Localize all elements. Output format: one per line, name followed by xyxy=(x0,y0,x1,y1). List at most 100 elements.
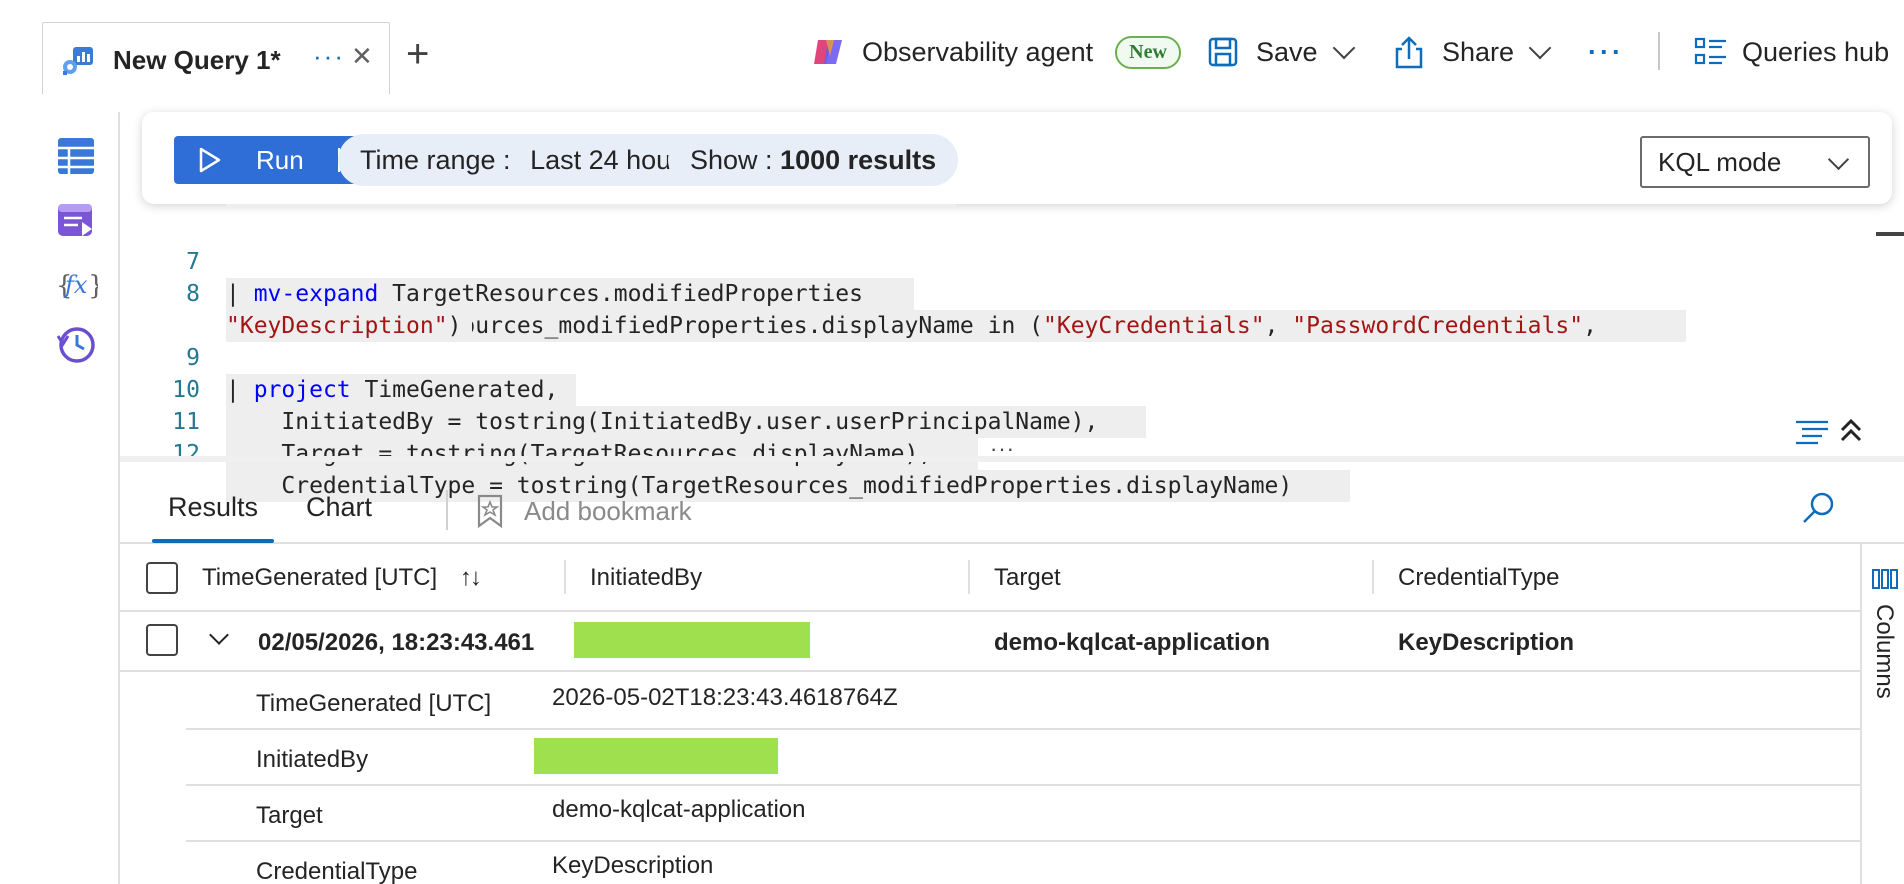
result-limit-picker[interactable]: Show : 1000 results xyxy=(668,134,959,186)
detail-row: CredentialType KeyDescription xyxy=(186,842,1860,884)
queries-hub-icon xyxy=(1694,37,1726,65)
detail-key: TimeGenerated [UTC] xyxy=(256,690,492,717)
svg-text:fx: fx xyxy=(63,271,88,299)
toolbar-divider xyxy=(1658,32,1660,70)
tables-icon[interactable] xyxy=(54,134,98,178)
log-analytics-icon xyxy=(63,47,93,75)
column-header-label: TimeGenerated [UTC] xyxy=(202,564,438,591)
tab-results[interactable]: Results xyxy=(151,492,275,543)
save-button[interactable]: Save xyxy=(1208,30,1355,74)
queries-hub-button[interactable]: Queries hub xyxy=(1694,30,1889,74)
tab-more-icon[interactable]: ··· xyxy=(313,41,345,72)
code-line-9: 9 | project TimeGenerated, xyxy=(120,310,576,406)
detail-value: 2026-05-02T18:23:43.4618764Z xyxy=(552,684,898,711)
format-query-icon[interactable] xyxy=(1794,418,1830,446)
bookmark-icon xyxy=(477,494,503,528)
save-label: Save xyxy=(1256,36,1318,67)
save-chevron-down-icon[interactable] xyxy=(1332,36,1355,60)
editor-scroll-marker xyxy=(1876,232,1904,236)
code-line-7: 7 | mv-expand TargetResources.modifiedPr… xyxy=(120,214,914,310)
show-value: 1000 results xyxy=(780,144,937,175)
cell-credentialtype: KeyDescription xyxy=(1398,629,1575,656)
add-bookmark-button[interactable]: Add bookmark xyxy=(476,494,692,528)
collapse-editor-icon[interactable] xyxy=(1838,416,1864,444)
share-label: Share xyxy=(1442,36,1515,67)
queries-icon[interactable] xyxy=(54,198,98,242)
columns-icon xyxy=(1872,569,1898,589)
code-text: | mv-expand TargetResources.modifiedProp… xyxy=(226,278,914,310)
results-grid: TimeGenerated [UTC] ↑↓ InitiatedBy Targe… xyxy=(120,544,1860,884)
detail-row: InitiatedBy xyxy=(186,730,1860,786)
copilot-icon xyxy=(814,40,842,64)
functions-icon[interactable]: { fx } xyxy=(54,262,98,306)
expand-row-chevron-icon[interactable] xyxy=(209,625,229,645)
detail-value: demo-kqlcat-application xyxy=(552,796,806,823)
redacted-detail-initiatedby xyxy=(534,738,778,774)
svg-text:}: } xyxy=(88,271,98,301)
column-header-credentialtype[interactable]: CredentialType xyxy=(1398,564,1559,592)
search-icon[interactable] xyxy=(1800,490,1836,526)
cell-target: demo-kqlcat-application xyxy=(994,629,1271,656)
top-bar: New Query 1* ··· ✕ + Observability agent… xyxy=(0,0,1904,94)
columns-label: Columns xyxy=(1871,604,1898,699)
detail-key: Target xyxy=(256,802,323,829)
add-tab-button[interactable]: + xyxy=(406,34,429,74)
mode-chevron-down-icon xyxy=(1827,148,1850,171)
save-icon xyxy=(1208,37,1238,67)
query-history-icon[interactable] xyxy=(54,322,98,366)
code-line-8: 8 | where TargetResources_modifiedProper… xyxy=(120,246,1686,342)
observability-agent-button[interactable]: Observability agent New xyxy=(812,30,1181,74)
grid-header: TimeGenerated [UTC] ↑↓ InitiatedBy Targe… xyxy=(120,544,1860,612)
tab-divider xyxy=(446,490,448,530)
column-header-target[interactable]: Target xyxy=(994,564,1061,592)
run-label: Run xyxy=(256,144,304,175)
code-line-10: 10 InitiatedBy = tostring(InitiatedBy.us… xyxy=(120,342,1146,438)
cell-timegenerated: 02/05/2026, 18:23:43.461 xyxy=(258,629,535,656)
tab-title: New Query 1* xyxy=(113,45,281,75)
column-separator[interactable] xyxy=(968,560,970,594)
results-tabbar: Results Chart Add bookmark xyxy=(120,460,1904,544)
columns-panel-toggle[interactable]: Columns xyxy=(1860,544,1904,884)
share-chevron-down-icon[interactable] xyxy=(1528,36,1552,60)
left-rail: { fx } xyxy=(0,112,120,884)
code-line-8-wrap: "KeyDescription") xyxy=(120,278,472,342)
detail-key: CredentialType xyxy=(256,858,418,884)
share-button[interactable]: Share xyxy=(1394,30,1552,74)
code-text: | project TimeGenerated, xyxy=(226,374,576,406)
code-line-12: 12 CredentialType = tostring(TargetResou… xyxy=(120,406,1350,502)
mode-value: KQL mode xyxy=(1658,146,1782,177)
code-text: "KeyDescription") xyxy=(226,310,472,342)
show-label: Show : xyxy=(690,144,781,175)
sort-icon[interactable]: ↑↓ xyxy=(460,564,482,591)
share-icon xyxy=(1395,36,1423,69)
query-toolbar: Run Time range : Last 24 hours Show : 10… xyxy=(142,112,1892,204)
code-text: InitiatedBy = tostring(InitiatedBy.user.… xyxy=(226,406,1146,438)
detail-key: InitiatedBy xyxy=(256,746,369,773)
more-actions-icon[interactable]: ··· xyxy=(1588,30,1624,74)
bookmark-label: Add bookmark xyxy=(524,495,692,526)
column-separator[interactable] xyxy=(1372,560,1374,594)
new-badge: New xyxy=(1115,35,1181,69)
redacted-initiatedby xyxy=(574,622,810,658)
queries-hub-label: Queries hub xyxy=(1742,36,1890,67)
column-separator[interactable] xyxy=(564,560,566,594)
column-header-timegenerated[interactable]: TimeGenerated [UTC] ↑↓ xyxy=(202,564,482,592)
select-all-checkbox[interactable] xyxy=(146,562,178,594)
detail-row: TimeGenerated [UTC] 2026-05-02T18:23:43.… xyxy=(186,674,1860,730)
agent-label: Observability agent xyxy=(862,36,1094,67)
time-range-label: Time range : xyxy=(360,144,519,175)
detail-row: Target demo-kqlcat-application xyxy=(186,786,1860,842)
time-range-picker[interactable]: Time range : Last 24 hours xyxy=(338,134,716,186)
detail-value: KeyDescription xyxy=(552,852,714,879)
code-line-11: 11 Target = tostring(TargetResources.dis… xyxy=(120,374,978,470)
query-tab[interactable]: New Query 1* ··· ✕ xyxy=(42,22,390,94)
row-checkbox[interactable] xyxy=(146,624,178,656)
column-header-initiatedby[interactable]: InitiatedBy xyxy=(590,564,702,592)
tab-close-icon[interactable]: ✕ xyxy=(351,41,373,72)
table-row[interactable]: 02/05/2026, 18:23:43.461 demo-kqlcat-app… xyxy=(120,612,1860,672)
mode-select[interactable]: KQL mode xyxy=(1640,136,1870,188)
previous-line-fragment xyxy=(226,204,956,208)
play-icon xyxy=(199,147,221,173)
query-editor[interactable]: 7 | mv-expand TargetResources.modifiedPr… xyxy=(120,204,1904,502)
tab-chart[interactable]: Chart xyxy=(306,492,372,523)
